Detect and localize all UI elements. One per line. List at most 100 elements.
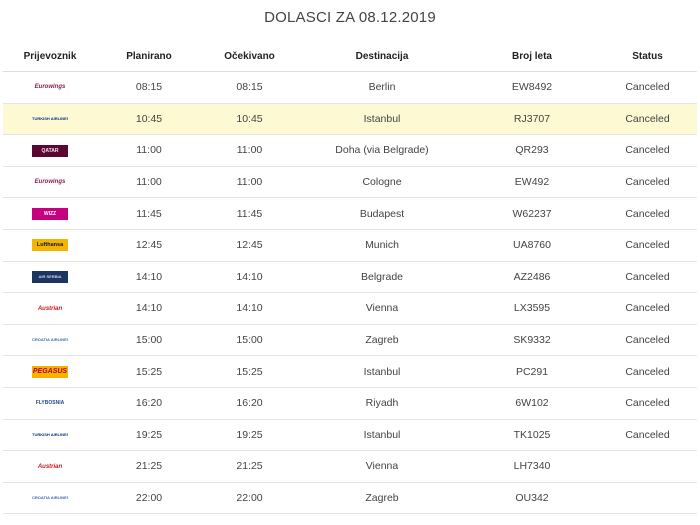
expected-time-cell: 15:25 [201,355,298,388]
airline-cell: Lufthansa [3,229,97,262]
table-row: FLYBOSNIA 16:20 16:20 Riyadh 6W102 Canceled [3,387,697,420]
scheduled-time-cell: 10:45 [97,103,201,136]
flight-number-cell: LH7340 [466,450,598,483]
scheduled-time-cell: 19:25 [97,419,201,452]
expected-time-cell: 10:45 [201,103,298,136]
expected-time-cell: 11:00 [201,134,298,167]
table-header-row: Prijevoznik Planirano Očekivano Destinac… [3,41,697,72]
table-row: CROATIA AIRLINES 15:00 15:00 Zagreb SK9332 Ca… [3,324,697,357]
expected-time-cell: 16:20 [201,387,298,420]
scheduled-time-cell: 15:00 [97,324,201,357]
status-cell: Canceled [598,292,697,325]
status-cell: Canceled [598,71,697,104]
page-title: DOLASCI ZA 08.12.2019 [264,9,436,26]
pegasus-logo-icon: PEGASUS [32,365,68,378]
flight-number-cell: SK9332 [466,324,598,357]
air-serbia-logo-icon: AIR SERBIA [32,270,68,283]
wizz-air-logo-icon: WIZZ [32,207,68,220]
table-row: AIR SERBIA 14:10 14:10 Belgrade AZ2486 Cancel… [3,261,697,294]
croatia-airlines-logo-icon: CROATIA AIRLINES [32,495,68,501]
qatar-airways-logo-icon: QATAR [32,144,68,157]
turkish-airlines-logo-icon: TURKISH AIRLINES [32,113,68,125]
flight-number-cell: W62237 [466,197,598,230]
expected-time-cell: 08:15 [201,71,298,104]
flight-number-cell: 6W102 [466,387,598,420]
scheduled-time-cell: 14:10 [97,292,201,325]
status-cell: Canceled [598,355,697,388]
expected-time-cell: 11:00 [201,166,298,199]
destination-cell: Munich [298,229,466,262]
column-header-expected: Očekivano [201,41,298,72]
destination-cell: Belgrade [298,261,466,294]
destination-cell: Berlin [298,71,466,104]
status-cell: Canceled [598,261,697,294]
airline-cell: Eurowings [3,166,97,199]
expected-time-cell: 11:45 [201,197,298,230]
scheduled-time-cell: 11:00 [97,134,201,167]
flight-number-cell: LX3595 [466,292,598,325]
destination-cell: Istanbul [298,419,466,452]
status-cell: Canceled [598,103,697,136]
airline-cell: CROATIA AIRLINES [3,482,97,515]
status-cell: Canceled [598,229,697,262]
table-row: Eurowings 08:15 08:15 Berlin EW8492 Canceled [3,71,697,104]
table-row: Eurowings 11:00 11:00 Cologne EW492 Canceled [3,166,697,199]
table-row: QATAR 11:00 11:00 Doha (via Belgrade) QR293 C… [3,134,697,167]
status-cell: Canceled [598,134,697,167]
scheduled-time-cell: 16:20 [97,387,201,420]
status-cell: Canceled [598,166,697,199]
scheduled-time-cell: 22:00 [97,482,201,515]
column-header-airline: Prijevoznik [3,41,97,72]
scheduled-time-cell: 11:00 [97,166,201,199]
destination-cell: Zagreb [298,482,466,515]
airline-cell: TURKISH AIRLINES [3,103,97,136]
expected-time-cell: 14:10 [201,261,298,294]
table-row: PEGASUS 15:25 15:25 Istanbul PC291 Canceled [3,355,697,388]
airline-cell: Austrian [3,450,97,483]
expected-time-cell: 21:25 [201,450,298,483]
scheduled-time-cell: 11:45 [97,197,201,230]
scheduled-time-cell: 15:25 [97,355,201,388]
destination-cell: Istanbul [298,355,466,388]
status-cell: Canceled [598,419,697,452]
table-row: Austrian 14:10 14:10 Vienna LX3595 Canceled [3,292,697,325]
status-cell [598,482,697,515]
expected-time-cell: 14:10 [201,292,298,325]
croatia-airlines-logo-icon: CROATIA AIRLINES [32,337,68,343]
flight-number-cell: EW8492 [466,71,598,104]
destination-cell: Cologne [298,166,466,199]
table-row: TURKISH AIRLINES 10:45 10:45 Istanbul RJ3707… [3,103,697,136]
austrian-logo-icon: Austrian [37,463,63,470]
flight-number-cell: QR293 [466,134,598,167]
eurowings-logo-icon: Eurowings [34,179,66,186]
airline-cell: FLYBOSNIA [3,387,97,420]
destination-cell: Vienna [298,292,466,325]
table-row: WIZZ 11:45 11:45 Budapest W62237 Canceled [3,197,697,230]
destination-cell: Doha (via Belgrade) [298,134,466,167]
table-row: Lufthansa 12:45 12:45 Munich UA8760 Canceled [3,229,697,262]
airline-cell: PEGASUS [3,355,97,388]
status-cell: Canceled [598,387,697,420]
turkish-airlines-logo-icon: TURKISH AIRLINES [32,429,68,441]
expected-time-cell: 12:45 [201,229,298,262]
status-cell: Canceled [598,197,697,230]
column-header-scheduled: Planirano [97,41,201,72]
airline-cell: TURKISH AIRLINES [3,419,97,452]
destination-cell: Budapest [298,197,466,230]
table-row: Austrian 21:25 21:25 Vienna LH7340 [3,450,697,483]
flight-number-cell: TK1025 [466,419,598,452]
airline-cell: Austrian [3,292,97,325]
airline-cell: WIZZ [3,197,97,230]
airline-cell: Eurowings [3,71,97,104]
airline-cell: QATAR [3,134,97,167]
flight-number-cell: OU342 [466,482,598,515]
destination-cell: Riyadh [298,387,466,420]
eurowings-logo-icon: Eurowings [34,84,66,91]
arrivals-table: Prijevoznik Planirano Očekivano Destinac… [3,41,697,515]
table-row: TURKISH AIRLINES 19:25 19:25 Istanbul TK1025… [3,419,697,452]
austrian-logo-icon: Austrian [37,305,63,312]
expected-time-cell: 19:25 [201,419,298,452]
airline-cell: CROATIA AIRLINES [3,324,97,357]
flight-number-cell: EW492 [466,166,598,199]
status-cell: Canceled [598,324,697,357]
